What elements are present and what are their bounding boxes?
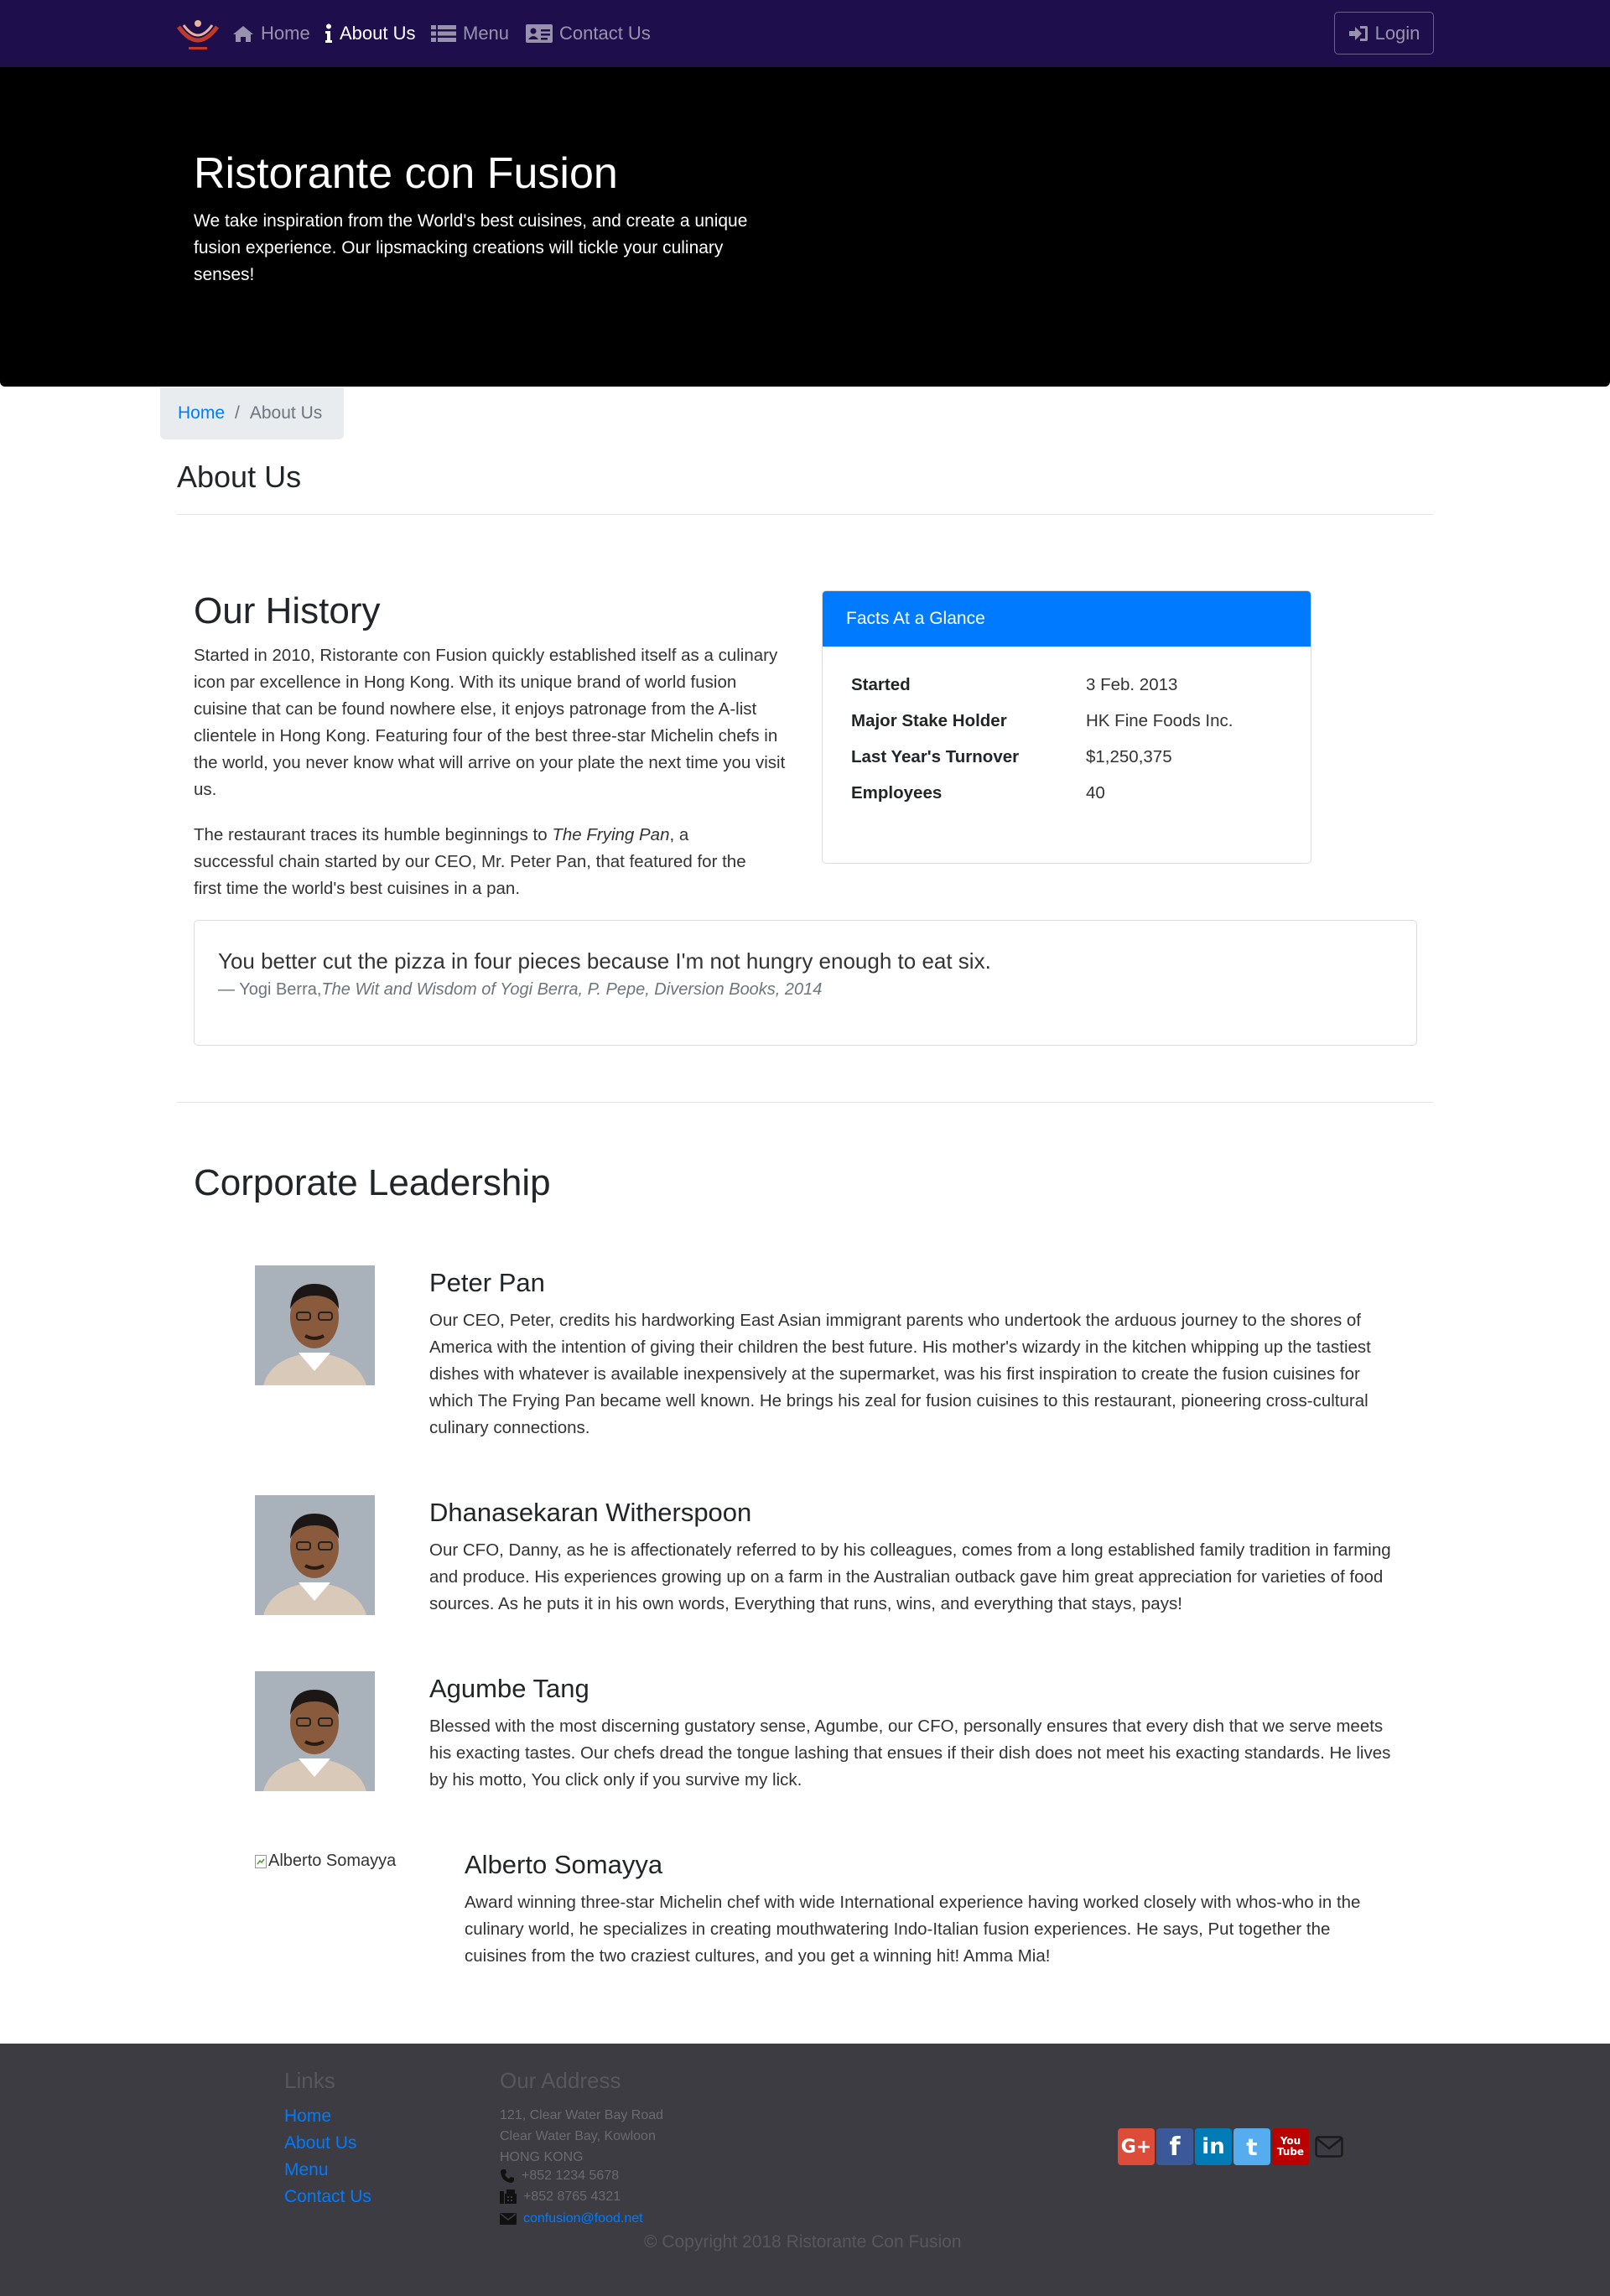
facts-card-header: Facts At a Glance — [823, 591, 1311, 647]
leader-photo-alberto-somayya: Alberto Somayya — [255, 1852, 396, 1871]
home-icon — [233, 26, 253, 42]
leader-description: Our CFO, Danny, as he is affectionately … — [429, 1540, 1391, 1613]
leader-name: Agumbe Tang — [429, 1674, 589, 1703]
jumbotron: Ristorante con Fusion We take inspiratio… — [0, 67, 1610, 387]
footer-address-line: Clear Water Bay, Kowloon — [500, 2129, 656, 2143]
fact-value: HK Fine Foods Inc. — [1086, 711, 1233, 730]
breadcrumb-separator: / — [235, 403, 240, 423]
footer-phone: +852 1234 5678 — [500, 2169, 619, 2184]
nav-menu-label: Menu — [463, 23, 510, 44]
fact-key: Major Stake Holder — [851, 711, 1007, 730]
history-paragraph-1: Started in 2010, Ristorante con Fusion q… — [194, 646, 786, 799]
phone-icon — [501, 2169, 514, 2183]
fact-key: Employees — [851, 783, 943, 803]
footer-copyright: © Copyright 2018 Ristorante Con Fusion — [644, 2232, 962, 2252]
footer-links-title: Links — [284, 2068, 335, 2093]
nav-menu[interactable]: Menu — [431, 23, 509, 44]
facebook-icon[interactable]: f — [1156, 2128, 1193, 2165]
list-icon — [431, 25, 456, 42]
nav-about-label: About Us — [340, 23, 416, 44]
fact-row-employees: Employees 40 — [851, 783, 1105, 803]
footer-email-link[interactable]: confusion@food.net — [523, 2211, 643, 2226]
fact-row-started: Started 3 Feb. 2013 — [851, 675, 1177, 695]
fact-value: $1,250,375 — [1086, 747, 1172, 766]
footer-link-menu[interactable]: Menu — [284, 2160, 329, 2180]
quote-source: The Wit and Wisdom of Yogi Berra, P. Pep… — [321, 980, 823, 999]
footer-email: confusion@food.net — [500, 2211, 643, 2226]
footer-address-title: Our Address — [500, 2068, 621, 2093]
footer-link-contact[interactable]: Contact Us — [284, 2187, 371, 2207]
fact-key: Last Year's Turnover — [851, 747, 1020, 766]
footer-address-line: 121, Clear Water Bay Road — [500, 2108, 664, 2122]
address-card-icon — [526, 24, 553, 43]
history-paragraph-2: The restaurant traces its humble beginni… — [194, 822, 772, 902]
footer-link-home[interactable]: Home — [284, 2106, 331, 2127]
footer-fax: +852 8765 4321 — [500, 2190, 621, 2205]
social-icons: G+ f in t You Tube — [1118, 2128, 1348, 2165]
fact-key: Started — [851, 675, 911, 694]
leader-name: Alberto Somayya — [465, 1850, 663, 1879]
person-photo-icon — [255, 1495, 375, 1615]
broken-image-alt: Alberto Somayya — [268, 1852, 397, 1870]
nav-home-label: Home — [261, 23, 310, 44]
quote-footer: — Yogi Berra,The Wit and Wisdom of Yogi … — [218, 980, 822, 1000]
section-divider — [177, 1102, 1433, 1103]
fact-value: 3 Feb. 2013 — [1086, 675, 1178, 694]
footer-link-about[interactable]: About Us — [284, 2133, 356, 2153]
leader-photo-peter-pan — [255, 1265, 375, 1385]
fact-row-stake-holder: Major Stake Holder HK Fine Foods Inc. — [851, 711, 1233, 731]
jumbotron-text: We take inspiration from the World's bes… — [194, 211, 748, 284]
google-plus-icon[interactable]: G+ — [1118, 2128, 1155, 2165]
nav-contact[interactable]: Contact Us — [526, 23, 651, 44]
jumbotron-title: Ristorante con Fusion — [194, 149, 618, 198]
page-title: About Us — [177, 460, 302, 494]
twitter-icon[interactable]: t — [1233, 2128, 1270, 2165]
fact-row-turnover: Last Year's Turnover $1,250,375 — [851, 747, 1172, 767]
info-icon — [325, 23, 332, 43]
leader-description: Award winning three-star Michelin chef w… — [465, 1893, 1361, 1966]
login-button[interactable]: Login — [1334, 12, 1434, 55]
footer-phone-number: +852 1234 5678 — [522, 2169, 620, 2183]
history-frying-pan: The Frying Pan — [552, 825, 670, 844]
history-paragraph-2-start: The restaurant traces its humble beginni… — [194, 825, 553, 844]
footer-fax-number: +852 8765 4321 — [523, 2190, 621, 2204]
mail-icon[interactable] — [1311, 2128, 1348, 2165]
breadcrumb-home-link[interactable]: Home — [178, 403, 225, 423]
youtube-icon[interactable]: You Tube — [1272, 2128, 1309, 2165]
fact-value: 40 — [1086, 783, 1105, 803]
leadership-title: Corporate Leadership — [194, 1162, 551, 1203]
quote-author: — Yogi Berra, — [218, 980, 322, 999]
envelope-icon — [500, 2213, 517, 2225]
breadcrumb: Home / About Us — [160, 387, 344, 439]
nav-about[interactable]: About Us — [325, 23, 416, 44]
sign-in-icon — [1348, 25, 1368, 41]
facts-card: Facts At a Glance Started 3 Feb. 2013 Ma… — [822, 590, 1311, 864]
nav-home[interactable]: Home — [232, 23, 310, 44]
history-title: Our History — [194, 590, 381, 631]
navbar: Home About Us Menu Contact Us Login — [0, 0, 1610, 67]
quote-card: You better cut the pizza in four pieces … — [194, 920, 1417, 1046]
restaurant-logo[interactable] — [175, 15, 221, 54]
breadcrumb-current: About Us — [249, 403, 323, 423]
person-photo-icon — [255, 1671, 375, 1791]
fax-icon — [500, 2190, 517, 2204]
footer — [0, 2044, 1610, 2296]
leader-description: Our CEO, Peter, credits his hardworking … — [429, 1311, 1371, 1437]
title-divider — [177, 514, 1433, 515]
leader-description: Blessed with the most discerning gustato… — [429, 1717, 1391, 1790]
leader-name: Peter Pan — [429, 1268, 545, 1297]
footer-address-line: HONG KONG — [500, 2150, 584, 2164]
leader-photo-dhanasekaran-witherspoon — [255, 1495, 375, 1615]
leader-photo-agumbe-tang — [255, 1671, 375, 1791]
broken-image-icon — [255, 1854, 267, 1868]
leader-name: Dhanasekaran Witherspoon — [429, 1498, 752, 1527]
person-photo-icon — [255, 1265, 375, 1385]
nav-contact-label: Contact Us — [559, 23, 651, 44]
login-label: Login — [1374, 22, 1420, 44]
quote-text: You better cut the pizza in four pieces … — [218, 948, 991, 974]
linkedin-icon[interactable]: in — [1195, 2128, 1232, 2165]
